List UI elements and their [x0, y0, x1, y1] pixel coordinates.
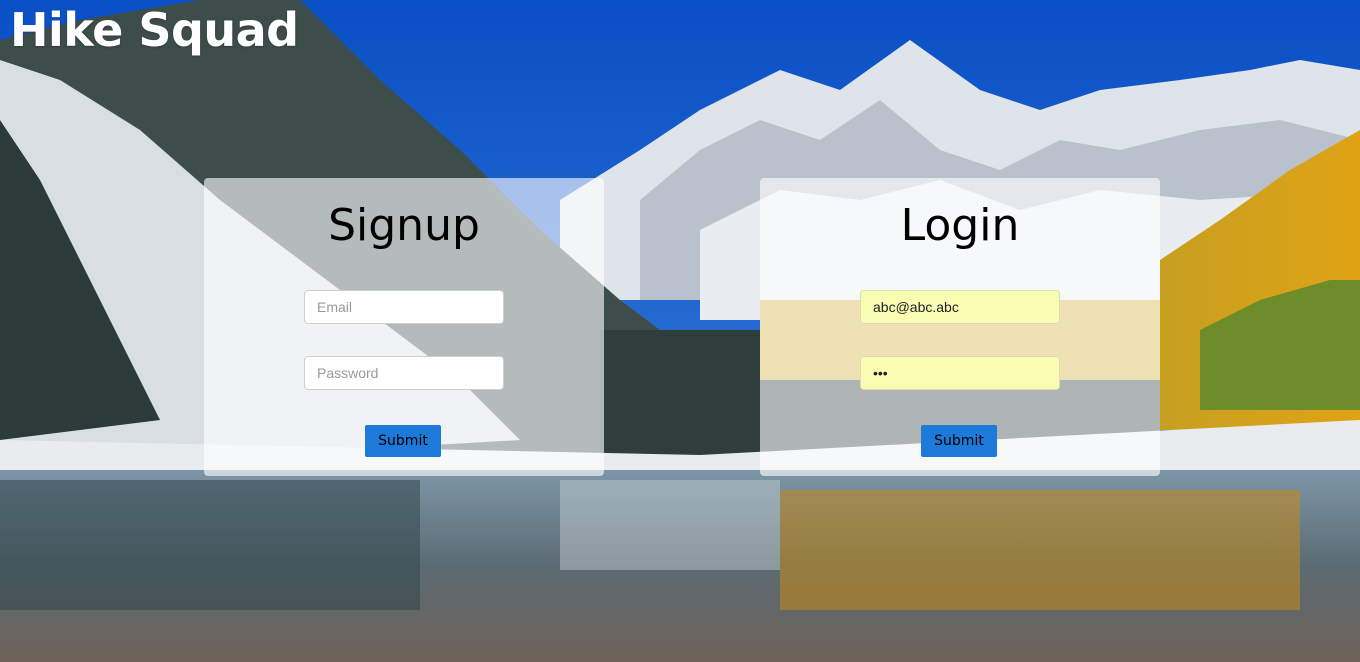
login-password-input[interactable]: [860, 356, 1060, 390]
login-panel: Login Submit: [760, 178, 1160, 476]
login-submit-button[interactable]: Submit: [921, 425, 997, 457]
signup-password-input[interactable]: [304, 356, 504, 390]
signup-panel: Signup Submit: [204, 178, 604, 476]
login-email-input[interactable]: [860, 290, 1060, 324]
page: Hike Squad Signup Submit Login Submit: [0, 0, 1360, 662]
login-heading: Login: [900, 200, 1020, 251]
signup-heading: Signup: [328, 200, 480, 251]
app-title: Hike Squad: [10, 3, 299, 57]
signup-email-input[interactable]: [304, 290, 504, 324]
signup-submit-button[interactable]: Submit: [365, 425, 441, 457]
